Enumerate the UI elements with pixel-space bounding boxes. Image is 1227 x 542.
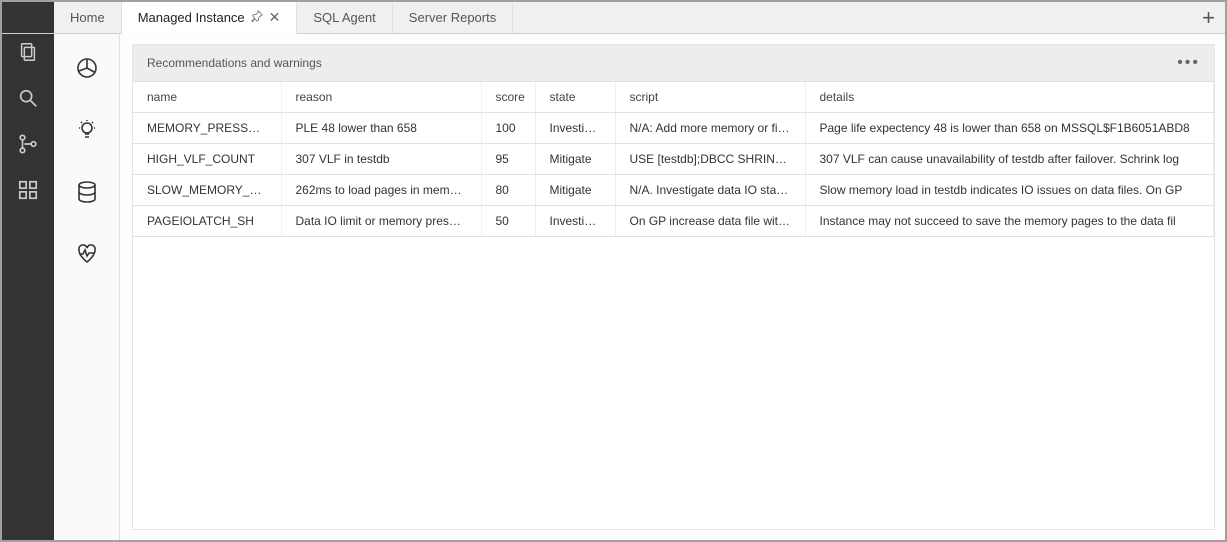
side-panel <box>54 34 120 540</box>
body: Recommendations and warnings ••• name re… <box>2 34 1225 540</box>
new-tab-button[interactable]: + <box>1202 2 1215 34</box>
cell-state: Mitigate <box>535 175 615 206</box>
files-icon[interactable] <box>14 38 42 66</box>
app-frame: Home Managed Instance ✕ SQL Agent Server… <box>0 0 1227 542</box>
close-icon[interactable]: ✕ <box>269 9 281 26</box>
cell-name: HIGH_VLF_COUNT <box>133 144 281 175</box>
cell-script: On GP increase data file with I… <box>615 206 805 237</box>
table-row[interactable]: PAGEIOLATCH_SH Data IO limit or memory p… <box>133 206 1214 237</box>
search-icon[interactable] <box>14 84 42 112</box>
col-state[interactable]: state <box>535 82 615 113</box>
cell-name: SLOW_MEMORY_LOAD <box>133 175 281 206</box>
cell-script: N/A. Investigate data IO statis… <box>615 175 805 206</box>
pin-icon[interactable] <box>251 10 263 25</box>
tab-managed-instance[interactable]: Managed Instance ✕ <box>122 2 298 34</box>
table-header-row: name reason score state script details <box>133 82 1214 113</box>
extensions-icon[interactable] <box>14 176 42 204</box>
cell-name: MEMORY_PRESSURE <box>133 113 281 144</box>
tab-sql-agent[interactable]: SQL Agent <box>297 2 392 33</box>
tab-label: Home <box>70 10 105 25</box>
table-body: MEMORY_PRESSURE PLE 48 lower than 658 10… <box>133 113 1214 237</box>
cell-state: Mitigate <box>535 144 615 175</box>
cell-reason: 307 VLF in testdb <box>281 144 481 175</box>
table-row[interactable]: HIGH_VLF_COUNT 307 VLF in testdb 95 Miti… <box>133 144 1214 175</box>
panel-header: Recommendations and warnings ••• <box>133 45 1214 82</box>
col-details[interactable]: details <box>805 82 1214 113</box>
cell-reason: 262ms to load pages in memory. <box>281 175 481 206</box>
tab-label: Server Reports <box>409 10 496 25</box>
panel-title: Recommendations and warnings <box>147 56 322 70</box>
database-icon[interactable] <box>71 176 103 208</box>
cell-details: Page life expectency 48 is lower than 65… <box>805 113 1214 144</box>
main-area: Recommendations and warnings ••• name re… <box>120 34 1225 540</box>
cell-details: Instance may not succeed to save the mem… <box>805 206 1214 237</box>
lightbulb-icon[interactable] <box>71 114 103 146</box>
cell-state: Investigate <box>535 206 615 237</box>
tab-label: Managed Instance <box>138 10 245 25</box>
col-name[interactable]: name <box>133 82 281 113</box>
cell-state: Investigate <box>535 113 615 144</box>
chart-icon[interactable] <box>71 52 103 84</box>
more-icon[interactable]: ••• <box>1177 54 1200 72</box>
cell-reason: Data IO limit or memory pressure. <box>281 206 481 237</box>
tab-label: SQL Agent <box>313 10 375 25</box>
topbar-left-spacer <box>2 2 54 33</box>
topbar: Home Managed Instance ✕ SQL Agent Server… <box>2 2 1225 34</box>
col-reason[interactable]: reason <box>281 82 481 113</box>
table-row[interactable]: SLOW_MEMORY_LOAD 262ms to load pages in … <box>133 175 1214 206</box>
col-script[interactable]: script <box>615 82 805 113</box>
heartbeat-icon[interactable] <box>71 238 103 270</box>
cell-reason: PLE 48 lower than 658 <box>281 113 481 144</box>
col-score[interactable]: score <box>481 82 535 113</box>
tabs-container: Home Managed Instance ✕ SQL Agent Server… <box>54 2 513 33</box>
recommendations-panel: Recommendations and warnings ••• name re… <box>132 44 1215 530</box>
source-control-icon[interactable] <box>14 130 42 158</box>
table-row[interactable]: MEMORY_PRESSURE PLE 48 lower than 658 10… <box>133 113 1214 144</box>
recommendations-table: name reason score state script details M… <box>133 82 1214 237</box>
tab-home[interactable]: Home <box>54 2 122 33</box>
cell-name: PAGEIOLATCH_SH <box>133 206 281 237</box>
cell-score: 50 <box>481 206 535 237</box>
cell-script: USE [testdb];DBCC SHRINKFIL… <box>615 144 805 175</box>
cell-details: Slow memory load in testdb indicates IO … <box>805 175 1214 206</box>
cell-details: 307 VLF can cause unavailability of test… <box>805 144 1214 175</box>
cell-score: 80 <box>481 175 535 206</box>
cell-score: 95 <box>481 144 535 175</box>
tab-server-reports[interactable]: Server Reports <box>393 2 513 33</box>
activity-bar <box>2 34 54 540</box>
cell-script: N/A: Add more memory or fin… <box>615 113 805 144</box>
table-wrap: name reason score state script details M… <box>133 82 1214 529</box>
cell-score: 100 <box>481 113 535 144</box>
